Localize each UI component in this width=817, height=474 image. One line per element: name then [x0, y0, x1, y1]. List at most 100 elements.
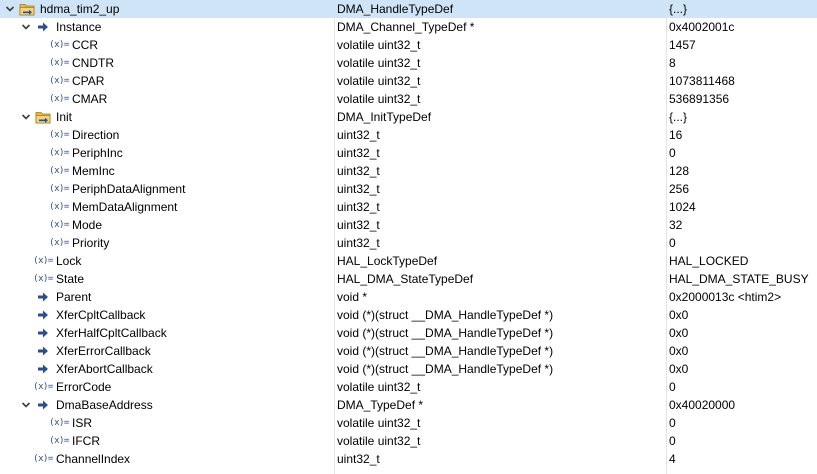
variable-type: volatile uint32_t — [337, 434, 421, 448]
value-cell[interactable]: 0x4002001c — [669, 18, 817, 36]
tree-row[interactable]: XferErrorCallback void (*)(struct __DMA_H… — [0, 342, 817, 360]
variable-value[interactable]: 0 — [669, 378, 676, 396]
value-cell[interactable]: 4 — [669, 450, 817, 468]
value-cell[interactable]: 16 — [669, 126, 817, 144]
variable-value[interactable]: {...} — [669, 0, 687, 18]
tree-row[interactable]: (x)= MemInc uint32_t 128 — [0, 162, 817, 180]
variable-name: CNDTR — [72, 56, 114, 70]
struct-folder-icon — [18, 1, 36, 17]
variable-name: XferAbortCallback — [56, 362, 153, 376]
value-cell[interactable]: 536891356 — [669, 90, 817, 108]
variable-value[interactable]: 128 — [669, 162, 689, 180]
variable-type: DMA_HandleTypeDef — [337, 2, 454, 16]
tree-row[interactable]: (x)= CNDTR volatile uint32_t 8 — [0, 54, 817, 72]
value-cell[interactable]: 0x0 — [669, 342, 817, 360]
value-cell[interactable]: 0 — [669, 234, 817, 252]
value-cell[interactable]: {...} — [669, 0, 817, 18]
tree-row[interactable]: (x)= ErrorCode volatile uint32_t 0 — [0, 378, 817, 396]
variable-value[interactable]: 0 — [669, 234, 676, 252]
tree-row[interactable]: XferCpltCallback void (*)(struct __DMA_Ha… — [0, 306, 817, 324]
tree-row[interactable]: (x)= Lock HAL_LockTypeDef HAL_LOCKED — [0, 252, 817, 270]
type-cell: uint32_t — [337, 216, 667, 234]
tree-row[interactable]: (x)= ChannelIndex uint32_t 4 — [0, 450, 817, 468]
variable-name: ErrorCode — [56, 380, 112, 394]
tree-row[interactable]: (x)= PeriphInc uint32_t 0 — [0, 144, 817, 162]
variable-value[interactable]: 0 — [669, 414, 676, 432]
value-cell[interactable]: HAL_DMA_STATE_BUSY — [669, 270, 817, 288]
chevron-down-icon[interactable] — [20, 396, 32, 414]
variable-name: XferHalfCpltCallback — [56, 326, 167, 340]
value-cell[interactable]: 0 — [669, 414, 817, 432]
value-cell[interactable]: 0x0 — [669, 324, 817, 342]
variable-value[interactable]: 0x0 — [669, 342, 688, 360]
name-cell: (x)= State — [0, 270, 332, 288]
tree-row[interactable]: (x)= ISR volatile uint32_t 0 — [0, 414, 817, 432]
value-cell[interactable]: 1024 — [669, 198, 817, 216]
variable-value[interactable]: 8 — [669, 54, 676, 72]
tree-row[interactable]: (x)= Direction uint32_t 16 — [0, 126, 817, 144]
chevron-down-icon[interactable] — [20, 18, 32, 36]
value-cell[interactable]: 0 — [669, 378, 817, 396]
value-cell[interactable]: 0x40020000 — [669, 396, 817, 414]
tree-row[interactable]: DmaBaseAddress DMA_TypeDef * 0x40020000 — [0, 396, 817, 414]
variable-name: Mode — [72, 218, 103, 232]
value-cell[interactable]: 1457 — [669, 36, 817, 54]
variable-type: volatile uint32_t — [337, 74, 421, 88]
tree-row[interactable]: (x)= State HAL_DMA_StateTypeDef HAL_DMA_STA… — [0, 270, 817, 288]
variable-value[interactable]: 0x2000013c <htim2> — [669, 288, 781, 306]
value-cell[interactable]: 32 — [669, 216, 817, 234]
variable-value[interactable]: 0x40020000 — [669, 396, 735, 414]
tree-row[interactable]: (x)= CCR volatile uint32_t 1457 — [0, 36, 817, 54]
variable-value[interactable]: 1457 — [669, 36, 696, 54]
variable-value[interactable]: 32 — [669, 216, 682, 234]
value-cell[interactable]: HAL_LOCKED — [669, 252, 817, 270]
variable-value[interactable]: 4 — [669, 450, 676, 468]
tree-row[interactable]: Parent void * 0x2000013c <htim2> — [0, 288, 817, 306]
value-cell[interactable]: 1073811468 — [669, 72, 817, 90]
tree-row[interactable]: XferHalfCpltCallback void (*)(struct __DM… — [0, 324, 817, 342]
tree-row[interactable]: (x)= PeriphDataAlignment uint32_t 256 — [0, 180, 817, 198]
variable-icon: (x)= — [49, 217, 69, 233]
variable-value[interactable]: 0x0 — [669, 360, 688, 378]
variable-value[interactable]: 536891356 — [669, 90, 729, 108]
value-cell[interactable]: 8 — [669, 54, 817, 72]
tree-row[interactable]: (x)= Mode uint32_t 32 — [0, 216, 817, 234]
variable-value[interactable]: 0x0 — [669, 324, 688, 342]
chevron-down-icon[interactable] — [20, 108, 32, 126]
value-cell[interactable]: 128 — [669, 162, 817, 180]
tree-row[interactable]: XferAbortCallback void (*)(struct __DMA_H… — [0, 360, 817, 378]
tree-row[interactable]: Instance DMA_Channel_TypeDef * 0x4002001c — [0, 18, 817, 36]
tree-row[interactable]: (x)= CPAR volatile uint32_t 1073811468 — [0, 72, 817, 90]
variable-value[interactable]: 256 — [669, 180, 689, 198]
value-cell[interactable]: 0x0 — [669, 306, 817, 324]
variable-icon-glyph: (x)= — [49, 130, 69, 140]
tree-row[interactable]: Init DMA_InitTypeDef {...} — [0, 108, 817, 126]
variables-tree[interactable]: hdma_tim2_up DMA_HandleTypeDef {...} Instan… — [0, 0, 817, 474]
tree-row[interactable]: hdma_tim2_up DMA_HandleTypeDef {...} — [0, 0, 817, 18]
value-cell[interactable]: 0x2000013c <htim2> — [669, 288, 817, 306]
name-cell: (x)= Direction — [0, 126, 332, 144]
variable-value[interactable]: HAL_DMA_STATE_BUSY — [669, 270, 809, 288]
tree-row[interactable]: (x)= MemDataAlignment uint32_t 1024 — [0, 198, 817, 216]
name-cell: (x)= CNDTR — [0, 54, 332, 72]
variable-value[interactable]: 1073811468 — [669, 72, 735, 90]
value-cell[interactable]: 0 — [669, 432, 817, 450]
tree-row[interactable]: (x)= Priority uint32_t 0 — [0, 234, 817, 252]
chevron-down-icon[interactable] — [4, 0, 16, 18]
tree-row[interactable]: (x)= IFCR volatile uint32_t 0 — [0, 432, 817, 450]
variable-icon-glyph: (x)= — [49, 220, 69, 230]
variable-value[interactable]: 1024 — [669, 198, 696, 216]
value-cell[interactable]: {...} — [669, 108, 817, 126]
variable-value[interactable]: 0x4002001c — [669, 18, 734, 36]
variable-value[interactable]: 16 — [669, 126, 682, 144]
variable-value[interactable]: 0 — [669, 432, 676, 450]
variable-type: uint32_t — [337, 146, 380, 160]
tree-row[interactable]: (x)= CMAR volatile uint32_t 536891356 — [0, 90, 817, 108]
value-cell[interactable]: 256 — [669, 180, 817, 198]
variable-value[interactable]: HAL_LOCKED — [669, 252, 748, 270]
variable-value[interactable]: {...} — [669, 108, 687, 126]
variable-value[interactable]: 0x0 — [669, 306, 688, 324]
value-cell[interactable]: 0x0 — [669, 360, 817, 378]
value-cell[interactable]: 0 — [669, 144, 817, 162]
variable-value[interactable]: 0 — [669, 144, 676, 162]
